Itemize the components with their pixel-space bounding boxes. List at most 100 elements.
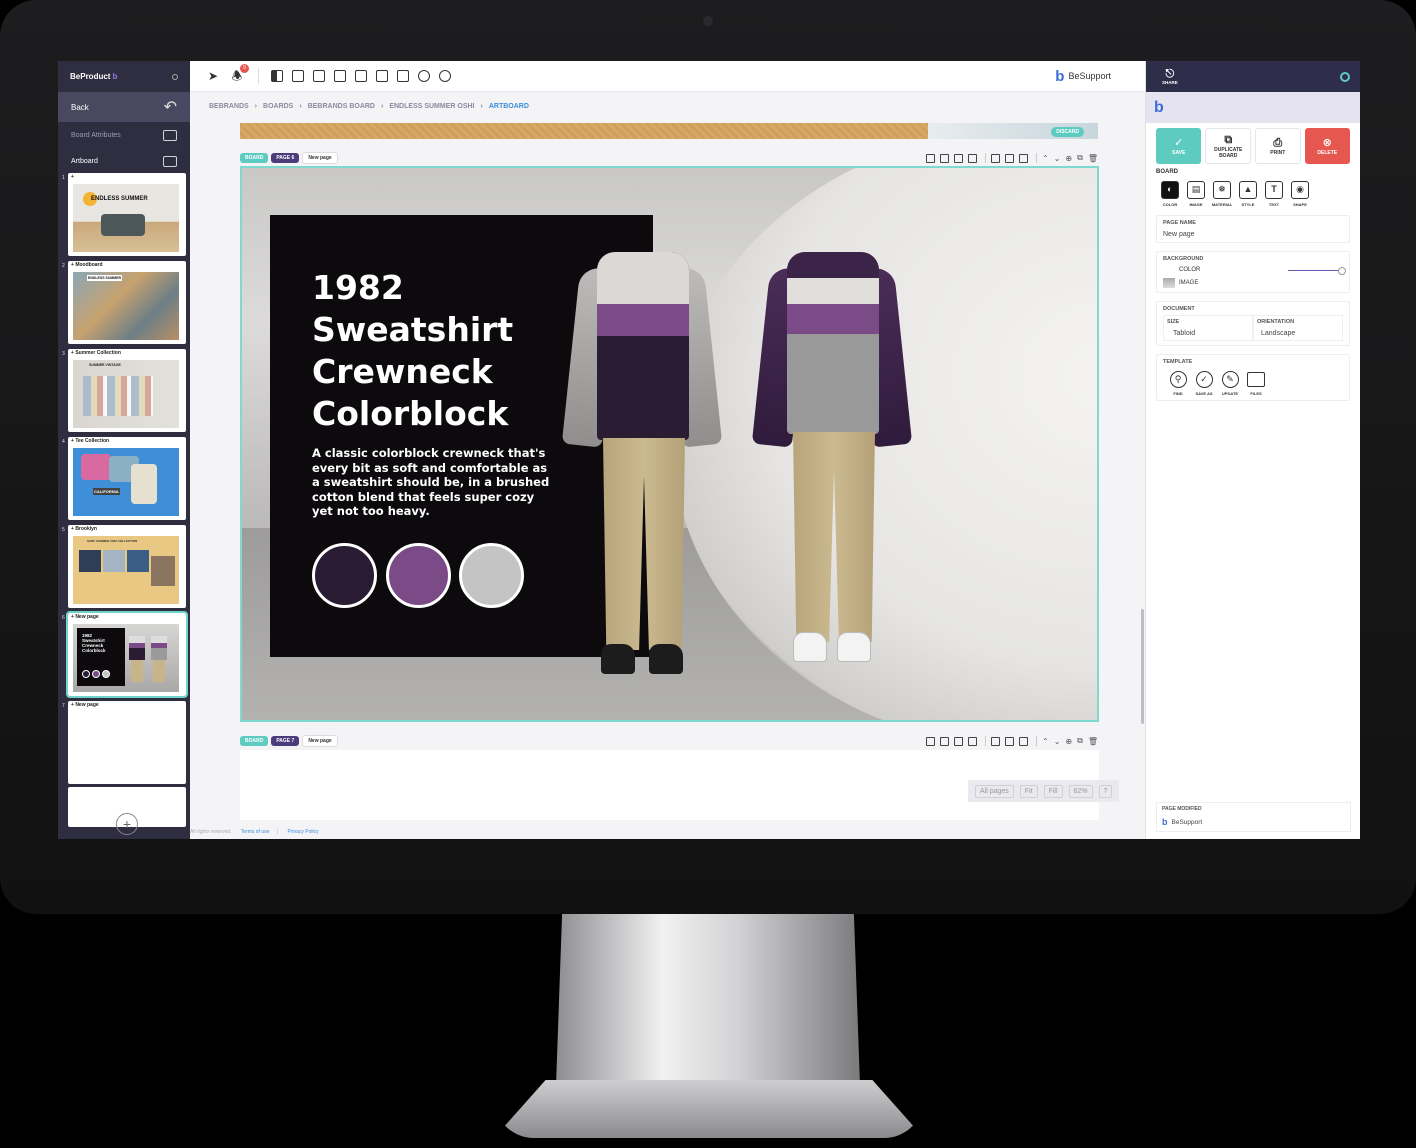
privacy-link[interactable]: Privacy Policy bbox=[288, 829, 319, 835]
chevron-up-icon[interactable]: ⌃ bbox=[1042, 737, 1049, 746]
page-thumbnail-5[interactable]: 5 + Brooklyn SURF SUMMER 2022 COLLECTION bbox=[62, 525, 188, 613]
grid-tool-icon[interactable] bbox=[376, 70, 388, 82]
contrast-tool-icon[interactable] bbox=[271, 70, 283, 82]
copy-icon[interactable]: ⧉ bbox=[1077, 153, 1083, 163]
add-page-button[interactable]: + bbox=[116, 813, 138, 835]
page-thumbnail-4[interactable]: 4 + Tee Collection CALIFORNIA bbox=[62, 437, 188, 525]
update-template-button[interactable]: ✎ UPDATE bbox=[1217, 371, 1243, 396]
opacity-slider[interactable] bbox=[1288, 266, 1346, 275]
layout-icon[interactable] bbox=[1005, 153, 1015, 163]
page-thumbnail-3[interactable]: 3 + Summer Collection SUMMER VINTAGE bbox=[62, 349, 188, 437]
delete-button[interactable]: ⊗ DELETE bbox=[1304, 128, 1350, 164]
add-circle-icon[interactable]: ⊕ bbox=[1065, 154, 1072, 163]
size-select[interactable]: SIZE Tabloid bbox=[1163, 315, 1253, 341]
expand-icon[interactable] bbox=[991, 736, 1001, 746]
help-button[interactable]: ? bbox=[1098, 784, 1113, 798]
add-circle-icon[interactable]: ⊕ bbox=[1065, 737, 1072, 746]
canvas-scrollbar[interactable] bbox=[1141, 609, 1144, 724]
rocket-icon[interactable]: ➤ bbox=[206, 69, 220, 83]
style-tool[interactable]: ▲ STYLE bbox=[1235, 181, 1261, 207]
color-swatch-1[interactable] bbox=[312, 543, 377, 608]
fit-button[interactable]: Fit bbox=[1019, 784, 1038, 798]
image-icon[interactable] bbox=[940, 736, 950, 746]
contrast-icon[interactable] bbox=[926, 736, 936, 746]
user-menu[interactable]: b BeSupport bbox=[1055, 68, 1111, 85]
shape-tool[interactable]: ◉ SHAPE bbox=[1287, 181, 1313, 207]
page-thumbnail-2[interactable]: 2 + Moodboard ENDLESS SUMMER bbox=[62, 261, 188, 349]
history-icon[interactable] bbox=[439, 70, 451, 82]
breadcrumb-boards[interactable]: BOARDS bbox=[263, 103, 293, 110]
files-button[interactable]: FILES bbox=[1243, 371, 1269, 396]
main-workspace: ➤ 🕭 9 b BeSupport BEBRANDS › BOARDS › BE… bbox=[190, 61, 1145, 839]
image-tool[interactable]: ▤ IMAGE bbox=[1183, 181, 1209, 207]
page-thumbnail-1[interactable]: 1 + ENDLESS SUMMER bbox=[62, 173, 188, 261]
style-icon[interactable] bbox=[968, 736, 978, 746]
garment-model-2[interactable] bbox=[751, 252, 913, 682]
orientation-select[interactable]: ORIENTATION Landscape bbox=[1253, 315, 1343, 341]
status-indicator-icon[interactable] bbox=[1340, 71, 1350, 82]
breadcrumb-bebrands-board[interactable]: BEBRANDS BOARD bbox=[308, 103, 375, 110]
bg-color-row[interactable]: COLOR bbox=[1163, 266, 1346, 275]
material-tool[interactable]: ❅ MATERIAL bbox=[1209, 181, 1235, 207]
breadcrumb-endless-summer[interactable]: ENDLESS SUMMER OSHI bbox=[389, 103, 474, 110]
text-tool[interactable]: T TEXT bbox=[1261, 181, 1287, 207]
garment-model-1[interactable] bbox=[561, 252, 723, 682]
table-tool-icon[interactable] bbox=[397, 70, 409, 82]
chevron-down-icon[interactable]: ⌄ bbox=[1054, 737, 1061, 746]
chevron-up-icon[interactable]: ⌃ bbox=[1042, 154, 1049, 163]
settings-dot-icon[interactable] bbox=[172, 73, 178, 80]
page-number: 5 bbox=[62, 527, 65, 533]
color-tool[interactable]: ◐ COLOR bbox=[1157, 181, 1183, 207]
color-wheel-icon[interactable] bbox=[418, 70, 430, 82]
discard-button[interactable]: DISCARD bbox=[1051, 127, 1084, 137]
chevron-down-icon[interactable]: ⌄ bbox=[1054, 154, 1061, 163]
print-button[interactable]: ⎙ PRINT bbox=[1255, 128, 1301, 164]
sidebar-item-board-attributes[interactable]: Board Attributes bbox=[58, 122, 190, 148]
style-tool-icon[interactable] bbox=[355, 70, 367, 82]
trash-icon[interactable]: 🗑 bbox=[1088, 737, 1098, 746]
bg-image-row[interactable]: IMAGE bbox=[1163, 278, 1343, 288]
breadcrumb-artboard: ARTBOARD bbox=[488, 102, 529, 110]
thumbnail-caption: + Moodboard bbox=[71, 262, 103, 268]
share-button[interactable]: ⎋ SHARE bbox=[1162, 68, 1178, 85]
page-name-tag[interactable]: New page bbox=[302, 152, 338, 164]
color-swatch-3[interactable] bbox=[459, 543, 524, 608]
sidebar-item-artboard[interactable]: Artboard bbox=[58, 148, 190, 174]
layout-icon[interactable] bbox=[1005, 736, 1015, 746]
shape-icon: ◉ bbox=[1291, 181, 1309, 199]
copy-icon[interactable]: ⧉ bbox=[1077, 736, 1083, 746]
material-tool-icon[interactable] bbox=[313, 70, 325, 82]
material-icon[interactable] bbox=[954, 153, 964, 163]
image-tool-icon[interactable] bbox=[292, 70, 304, 82]
style-icon[interactable] bbox=[968, 153, 978, 163]
trash-icon[interactable]: 🗑 bbox=[1088, 154, 1098, 163]
thumbnail-headline: SUMMER VINTAGE bbox=[89, 363, 121, 367]
save-as-template-button[interactable]: ✓ SAVE AS bbox=[1191, 371, 1217, 396]
fill-button[interactable]: Fill bbox=[1043, 784, 1063, 798]
artboard-canvas[interactable]: DISCARD BOARD PAGE 6 New page ⌃ ⌄ ⊕ ⧉ 🗑 … bbox=[190, 121, 1145, 829]
breadcrumb-bebrands[interactable]: BEBRANDS bbox=[209, 103, 249, 110]
artboard-page-6[interactable]: 1982 Sweatshirt Crewneck Colorblock A cl… bbox=[240, 166, 1099, 722]
terms-link[interactable]: Terms of use bbox=[241, 829, 270, 835]
expand-icon[interactable] bbox=[991, 153, 1001, 163]
page-thumbnail-7[interactable]: 7 + New page bbox=[62, 701, 188, 789]
page-thumbnail-6[interactable]: 6 + New page 1982 Sweatshirt Crewneck Co… bbox=[62, 611, 188, 701]
zoom-level[interactable]: 62% bbox=[1068, 784, 1093, 798]
home-tool-icon[interactable] bbox=[334, 70, 346, 82]
color-swatch-2[interactable] bbox=[386, 543, 451, 608]
image-icon[interactable] bbox=[940, 153, 950, 163]
notifications-bell-icon[interactable]: 🕭 9 bbox=[230, 64, 249, 83]
columns-icon[interactable] bbox=[1019, 736, 1029, 746]
all-pages-button[interactable]: All pages bbox=[975, 784, 1014, 798]
page-name-tag[interactable]: New page bbox=[302, 735, 338, 747]
duplicate-board-button[interactable]: ⧉ DUPLICATE BOARD bbox=[1205, 128, 1251, 164]
material-icon[interactable] bbox=[954, 736, 964, 746]
columns-icon[interactable] bbox=[1019, 153, 1029, 163]
thumbnail-headline: ENDLESS SUMMER bbox=[87, 275, 123, 281]
save-button[interactable]: ✓ SAVE bbox=[1156, 128, 1202, 164]
find-template-button[interactable]: ⚲ FIND bbox=[1165, 371, 1191, 396]
contrast-icon[interactable] bbox=[926, 153, 936, 163]
back-button[interactable]: Back ↶ bbox=[58, 92, 190, 122]
page-name-input[interactable]: New page bbox=[1163, 231, 1343, 238]
product-description[interactable]: A classic colorblock crewneck that's eve… bbox=[312, 446, 552, 519]
